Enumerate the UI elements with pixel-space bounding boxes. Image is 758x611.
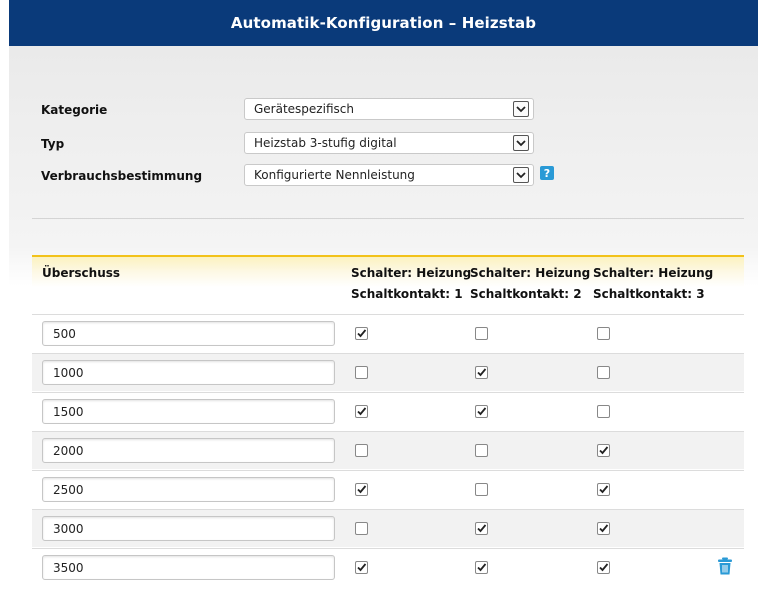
table-row: 500 bbox=[32, 314, 744, 352]
col-header-kontakt-1: Schalter: Heizung Schaltkontakt: 1 bbox=[351, 263, 471, 305]
verbrauch-label: Verbrauchsbestimmung bbox=[41, 169, 203, 183]
schaltkontakt-2-checkbox[interactable] bbox=[475, 327, 488, 340]
schaltkontakt-2-checkbox[interactable] bbox=[475, 561, 488, 574]
ueberschuss-input[interactable]: 2000 bbox=[42, 438, 335, 463]
col-header-line: Schaltkontakt: 2 bbox=[470, 287, 582, 301]
ueberschuss-input[interactable]: 1500 bbox=[42, 399, 335, 424]
table-row: 2000 bbox=[32, 431, 744, 469]
chevron-down-icon[interactable] bbox=[513, 167, 529, 183]
kategorie-label: Kategorie bbox=[41, 103, 108, 117]
verbrauch-select[interactable]: Konfigurierte Nennleistung bbox=[244, 164, 534, 186]
table-row: 1000 bbox=[32, 353, 744, 391]
help-icon[interactable]: ? bbox=[540, 166, 554, 180]
typ-select[interactable]: Heizstab 3-stufig digital bbox=[244, 132, 534, 154]
col-header-kontakt-3: Schalter: Heizung Schaltkontakt: 3 bbox=[593, 263, 713, 305]
window-title: Automatik-Konfiguration – Heizstab bbox=[230, 14, 537, 32]
schaltkontakt-3-checkbox[interactable] bbox=[597, 522, 610, 535]
verbrauch-value: Konfigurierte Nennleistung bbox=[254, 168, 415, 182]
schaltkontakt-3-checkbox[interactable] bbox=[597, 366, 610, 379]
col-header-line: Schaltkontakt: 3 bbox=[593, 287, 705, 301]
divider bbox=[32, 218, 744, 219]
ueberschuss-input[interactable]: 3500 bbox=[42, 555, 335, 580]
schaltkontakt-2-checkbox[interactable] bbox=[475, 483, 488, 496]
chevron-down-icon[interactable] bbox=[513, 101, 529, 117]
kategorie-value: Gerätespezifisch bbox=[254, 102, 354, 116]
ueberschuss-input[interactable]: 3000 bbox=[42, 516, 335, 541]
schaltkontakt-3-checkbox[interactable] bbox=[597, 561, 610, 574]
schaltkontakt-1-checkbox[interactable] bbox=[355, 522, 368, 535]
col-header-line: Schalter: Heizung bbox=[593, 266, 714, 280]
ueberschuss-input[interactable]: 500 bbox=[42, 321, 335, 346]
trash-icon[interactable] bbox=[717, 557, 733, 575]
schaltkontakt-3-checkbox[interactable] bbox=[597, 483, 610, 496]
title-bar: Automatik-Konfiguration – Heizstab bbox=[9, 0, 758, 46]
table-row: 2500 bbox=[32, 470, 744, 508]
col-header-ueberschuss: Überschuss bbox=[42, 266, 121, 280]
schaltkontakt-2-checkbox[interactable] bbox=[475, 405, 488, 418]
schaltkontakt-1-checkbox[interactable] bbox=[355, 444, 368, 457]
schaltkontakt-2-checkbox[interactable] bbox=[475, 444, 488, 457]
schaltkontakt-3-checkbox[interactable] bbox=[597, 327, 610, 340]
typ-label: Typ bbox=[41, 137, 65, 151]
col-header-line: Schalter: Heizung bbox=[351, 266, 472, 280]
ueberschuss-input[interactable]: 2500 bbox=[42, 477, 335, 502]
col-header-line: Schalter: Heizung bbox=[470, 266, 591, 280]
table-row: 1500 bbox=[32, 392, 744, 430]
kategorie-select[interactable]: Gerätespezifisch bbox=[244, 98, 534, 120]
schaltkontakt-1-checkbox[interactable] bbox=[355, 366, 368, 379]
schaltkontakt-3-checkbox[interactable] bbox=[597, 405, 610, 418]
schaltkontakt-2-checkbox[interactable] bbox=[475, 522, 488, 535]
table-row: 3500 bbox=[32, 548, 744, 586]
schaltkontakt-1-checkbox[interactable] bbox=[355, 561, 368, 574]
schaltkontakt-1-checkbox[interactable] bbox=[355, 483, 368, 496]
ueberschuss-input[interactable]: 1000 bbox=[42, 360, 335, 385]
typ-value: Heizstab 3-stufig digital bbox=[254, 136, 397, 150]
col-header-kontakt-2: Schalter: Heizung Schaltkontakt: 2 bbox=[470, 263, 590, 305]
table-row: 3000 bbox=[32, 509, 744, 547]
table-header: Überschuss Schalter: Heizung Schaltkonta… bbox=[32, 255, 744, 314]
col-header-line: Schaltkontakt: 1 bbox=[351, 287, 463, 301]
schaltkontakt-2-checkbox[interactable] bbox=[475, 366, 488, 379]
chevron-down-icon[interactable] bbox=[513, 135, 529, 151]
schaltkontakt-1-checkbox[interactable] bbox=[355, 405, 368, 418]
schaltkontakt-1-checkbox[interactable] bbox=[355, 327, 368, 340]
schaltkontakt-3-checkbox[interactable] bbox=[597, 444, 610, 457]
